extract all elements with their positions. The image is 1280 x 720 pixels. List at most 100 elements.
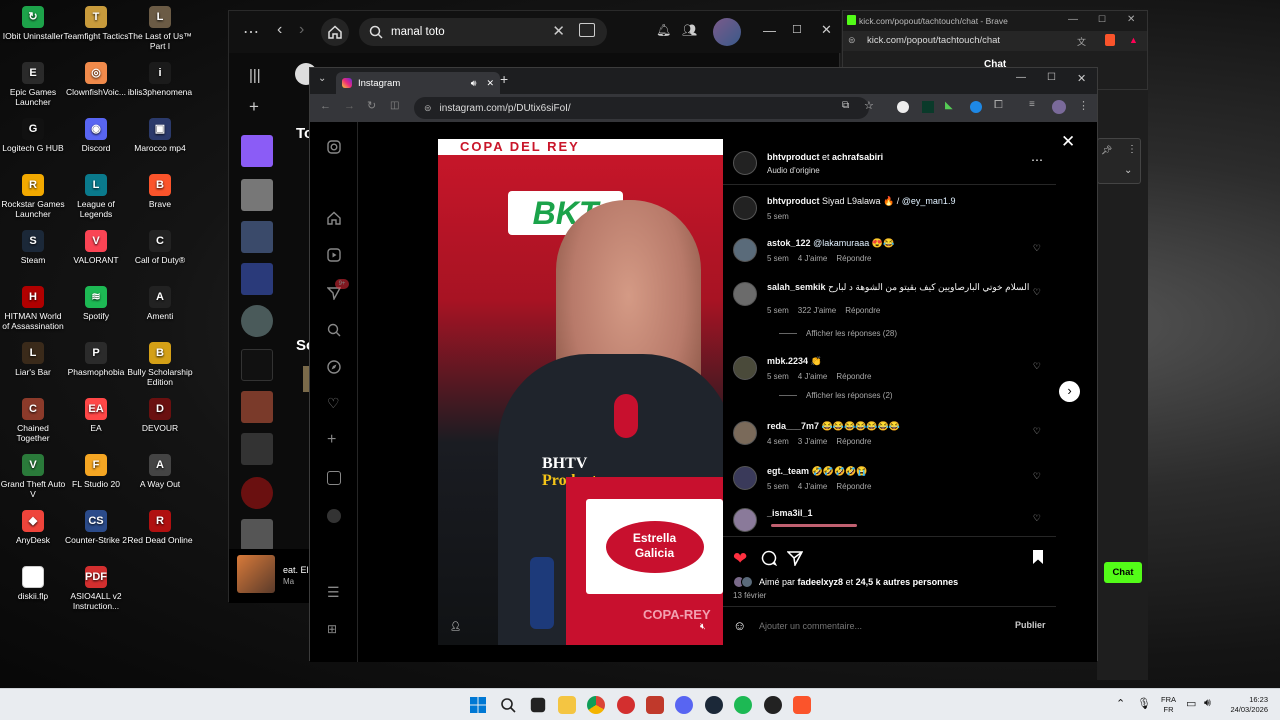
desktop-icon[interactable]: B Brave [127,174,193,209]
artist-thumb[interactable] [241,477,273,509]
spotify-icon[interactable] [734,696,752,714]
emoji-icon[interactable]: ☺ [733,618,746,633]
comment-icon[interactable] [761,550,777,566]
instagram-logo-icon[interactable] [327,140,341,154]
publish-button[interactable]: Publier [1015,620,1046,630]
minimize-icon[interactable]: — [763,23,776,38]
desktop-icon[interactable]: L The Last of Us™ Part I [127,6,193,51]
view-replies-button[interactable]: Afficher les réponses (28) [779,329,897,338]
comment-mention[interactable]: @lakamuraaa [813,238,869,248]
comment-like-icon[interactable]: ♡ [1033,287,1041,298]
commenter-avatar[interactable] [733,421,757,445]
search-icon[interactable] [500,697,516,713]
more-icon[interactable]: ⋮ [1127,144,1137,155]
playlist-thumb[interactable] [241,433,273,465]
desktop-icon[interactable]: EA EA [63,398,129,433]
caption-mention[interactable]: @ey_man1.9 [902,196,956,206]
home-button[interactable] [321,18,349,46]
author-link[interactable]: bhtvproduct [767,152,820,162]
create-icon[interactable]: + [327,431,336,449]
desktop-icon[interactable]: A A Way Out [127,454,193,489]
commenter-username[interactable]: salah_semkik [767,282,826,292]
notifications-heart-icon[interactable]: ♡ [327,395,340,412]
desktop-icon[interactable]: ◎ ClownfishVoic... [63,62,129,97]
url-field[interactable]: ⊜ instagram.com/p/DUtix6siFoI/ [414,97,869,119]
playlist-thumb[interactable] [241,391,273,423]
tab-audio-icon[interactable]: 🔊︎ [471,78,477,89]
desktop-icon[interactable]: L League of Legends [63,174,129,219]
desktop-icon[interactable]: F FL Studio 20 [63,454,129,489]
dashboard-icon[interactable] [327,471,341,485]
desktop-icon[interactable]: CS Counter-Strike 2 [63,510,129,545]
save-bookmark-icon[interactable] [1032,549,1044,565]
more-menu-icon[interactable]: ☰ [327,584,340,601]
maximize-icon[interactable]: ☐ [792,23,802,36]
now-playing-title[interactable]: eat. El [283,565,309,575]
user-avatar[interactable] [713,18,741,46]
reels-icon[interactable] [327,248,341,262]
commenter-avatar[interactable] [733,356,757,380]
profile-avatar[interactable] [1052,100,1066,114]
tab-close-icon[interactable]: ✕ [486,78,494,89]
meta-apps-icon[interactable]: ⊞ [327,622,337,636]
likes-count[interactable]: 24,5 k autres personnes [856,577,959,587]
view-replies-button[interactable]: Afficher les réponses (2) [779,391,893,400]
like-heart-icon[interactable]: ❤ [733,549,747,569]
install-app-icon[interactable]: ⧉ [842,100,849,111]
commenter-username[interactable]: astok_122 [767,238,811,248]
discord-icon[interactable] [675,696,693,714]
extension-icon[interactable] [922,101,934,113]
brave-shields-icon[interactable] [1105,34,1115,46]
extension-icon[interactable] [897,101,909,113]
home-icon[interactable] [327,211,341,225]
desktop-icon[interactable]: H HITMAN World of Assassination [0,286,66,331]
desktop-icon[interactable]: i iblis3phenomena [127,62,193,97]
reply-button[interactable]: Répondre [836,482,871,491]
playlist-thumb[interactable] [241,179,273,211]
comment-input[interactable] [759,618,979,634]
desktop-icon[interactable]: G Logitech G HUB [0,118,66,153]
desktop-icon[interactable]: S Steam [0,230,66,265]
video-user-tag-icon[interactable]: 👤︎ [450,621,461,632]
desktop-icon[interactable]: C Call of Duty® [127,230,193,265]
playlist-thumb[interactable] [241,263,273,295]
desktop-icon[interactable]: B Bully Scholarship Edition [127,342,193,387]
search-icon[interactable] [327,323,341,337]
commenter-username[interactable]: egt._team [767,466,809,476]
comment-like-icon[interactable]: ♡ [1033,361,1041,372]
desktop-icon[interactable]: R Rockstar Games Launcher [0,174,66,219]
commenter-avatar[interactable] [733,238,757,262]
desktop-icon[interactable]: ◉ Discord [63,118,129,153]
comment-like-icon[interactable]: ♡ [1033,243,1041,254]
commenter-avatar[interactable] [733,282,757,306]
back-icon[interactable]: ‹ [277,21,282,39]
share-icon[interactable] [787,550,803,566]
reply-button[interactable]: Répondre [836,437,871,446]
chat-send-button[interactable]: Chat [1104,562,1142,583]
next-post-button[interactable]: › [1059,381,1080,402]
app-icon[interactable] [646,696,664,714]
comment-like-icon[interactable]: ♡ [1033,426,1041,437]
back-icon[interactable]: ← [320,100,331,112]
language-indicator[interactable]: FRA FR [1161,695,1176,715]
desktop-icon[interactable]: V Grand Theft Auto V [0,454,66,499]
post-modal-backdrop[interactable]: ✕ › COPA DEL REY BKT BHTV Product Estrel… [358,122,1097,662]
reply-button[interactable]: Répondre [836,372,871,381]
reply-button[interactable]: Répondre [845,306,880,315]
url-text[interactable]: instagram.com/p/DUtix6siFoI/ [440,103,571,114]
music-search-bar[interactable]: manal toto ✕ [359,18,607,46]
extensions-puzzle-icon[interactable]: ⧠ [994,99,1003,112]
comment-like-icon[interactable]: ♡ [1033,513,1041,524]
playlist-thumb[interactable] [241,519,273,551]
maximize-icon[interactable]: ☐ [1047,72,1056,83]
playlist-thumb[interactable] [241,221,273,253]
browse-icon[interactable] [579,23,595,37]
desktop-icon[interactable]: ≋ Spotify [63,286,129,321]
desktop-icon[interactable]: A Amenti [127,286,193,321]
maximize-icon[interactable]: ☐ [1098,14,1106,25]
post-options-icon[interactable]: ⋯ [1031,153,1043,167]
friends-icon[interactable]: 👥︎ [682,23,697,37]
desktop-icon[interactable]: E Epic Games Launcher [0,62,66,107]
file-explorer-icon[interactable] [558,696,576,714]
minimize-icon[interactable]: — [1068,14,1078,25]
